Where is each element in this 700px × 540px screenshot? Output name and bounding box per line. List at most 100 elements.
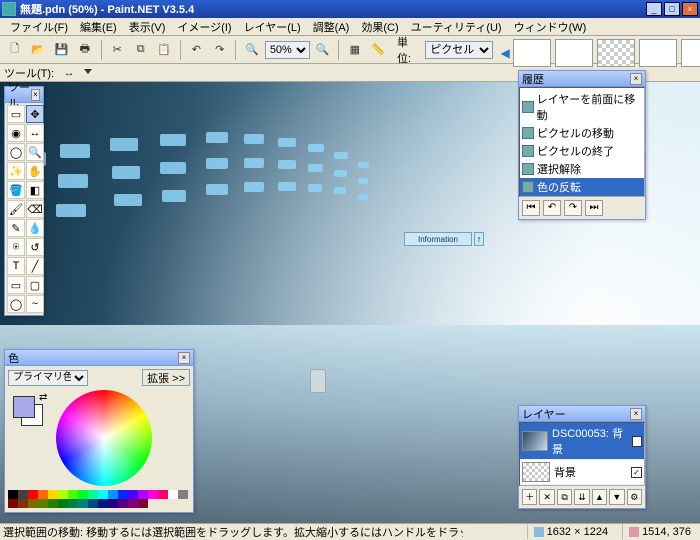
tool-fill[interactable]: 🪣 [7, 181, 25, 199]
layer-delete[interactable]: ✕ [539, 489, 554, 505]
layer-visibility-checkbox[interactable]: ✓ [631, 467, 642, 478]
tool-text[interactable]: T [7, 257, 25, 275]
history-list[interactable]: ピクセルの移動レイヤーの移動ピクセルの終了レイヤーを前面に移動ピクセルの移動ピク… [519, 87, 645, 197]
swap-colors-icon[interactable]: ⇄ [39, 392, 47, 403]
colors-panel-title[interactable]: 色 × [5, 350, 193, 366]
document-thumb[interactable] [681, 39, 700, 67]
tool-rect[interactable]: ▭ [7, 276, 25, 294]
ruler-button[interactable]: 📏 [368, 39, 389, 61]
tool-freeform[interactable]: ~ [26, 295, 44, 313]
menu-file[interactable]: ファイル(F) [4, 18, 74, 36]
palette-color[interactable] [148, 490, 158, 499]
palette-color[interactable] [38, 490, 48, 499]
palette-color[interactable] [108, 490, 118, 499]
history-undo[interactable]: ↶ [543, 200, 561, 216]
history-ffwd[interactable]: ⏭ [585, 200, 603, 216]
grid-button[interactable]: ▦ [344, 39, 365, 61]
palette-color[interactable] [128, 490, 138, 499]
palette-color[interactable] [28, 490, 38, 499]
history-item[interactable]: ピクセルの終了 [520, 142, 644, 160]
layer-visibility-checkbox[interactable]: ✓ [632, 436, 642, 447]
tool-zoom[interactable]: 🔍 [26, 143, 44, 161]
new-button[interactable]: 🗋 [4, 39, 25, 61]
history-panel-title[interactable]: 履歴 × [519, 71, 645, 87]
palette-color[interactable] [8, 499, 18, 508]
palette-color[interactable] [38, 499, 48, 508]
tool-gradient[interactable]: ◧ [26, 181, 44, 199]
tool-pan[interactable]: ✋ [26, 162, 44, 180]
colors-expand-button[interactable]: 拡張 >> [142, 369, 190, 386]
unit-select[interactable]: ピクセル [425, 41, 493, 59]
menu-adjust[interactable]: 調整(A) [307, 18, 356, 36]
menu-image[interactable]: イメージ(I) [171, 18, 237, 36]
layers-panel-title[interactable]: レイヤー × [519, 406, 645, 422]
history-item[interactable]: 色の反転 [520, 178, 644, 196]
palette-color[interactable] [178, 490, 188, 499]
redo-button[interactable]: ↷ [209, 39, 230, 61]
palette-color[interactable] [18, 490, 28, 499]
color-mode-select[interactable]: プライマリ色 [8, 370, 88, 386]
tool-move[interactable]: ↔ [26, 124, 44, 142]
history-item[interactable]: 選択解除 [520, 160, 644, 178]
palette-color[interactable] [58, 490, 68, 499]
palette-color[interactable] [118, 490, 128, 499]
color-wheel[interactable] [56, 390, 152, 486]
layer-properties[interactable]: ⚙ [627, 489, 642, 505]
palette-color[interactable] [58, 499, 68, 508]
document-thumb[interactable] [513, 39, 551, 67]
tool-eraser[interactable]: ⌫ [26, 200, 44, 218]
menu-layer[interactable]: レイヤー(L) [238, 18, 307, 36]
tool-line[interactable]: ╱ [26, 257, 44, 275]
palette-color[interactable] [118, 499, 128, 508]
layer-row[interactable]: 背景✓ [520, 460, 644, 485]
palette-color[interactable] [48, 499, 58, 508]
zoom-select[interactable]: 50% [265, 41, 310, 59]
paste-button[interactable]: 📋 [153, 39, 174, 61]
copy-button[interactable]: ⧉ [130, 39, 151, 61]
layer-duplicate[interactable]: ⧉ [557, 489, 572, 505]
history-item[interactable]: ピクセルの移動 [520, 124, 644, 142]
palette-color[interactable] [78, 499, 88, 508]
layer-moveup[interactable]: ▲ [592, 489, 607, 505]
tool-recolor[interactable]: ↺ [26, 238, 44, 256]
layer-row[interactable]: DSC00053: 背景✓ [520, 423, 644, 460]
tools-panel-title[interactable]: ツール × [5, 87, 43, 103]
palette-color[interactable] [8, 490, 18, 499]
save-button[interactable]: 💾 [51, 39, 72, 61]
palette-color[interactable] [168, 490, 178, 499]
palette-color[interactable] [28, 499, 38, 508]
palette-color[interactable] [88, 490, 98, 499]
tool-brush[interactable]: 🖌 [7, 200, 25, 218]
print-button[interactable]: 🖶 [74, 39, 95, 61]
palette-color[interactable] [108, 499, 118, 508]
tool-options-tool[interactable]: ↔ [60, 65, 78, 81]
document-thumb[interactable] [555, 39, 593, 67]
history-rewind[interactable]: ⏮ [522, 200, 540, 216]
palette-color[interactable] [138, 490, 148, 499]
tool-clone[interactable]: ⍟ [7, 238, 25, 256]
tool-lasso[interactable]: ◉ [7, 124, 25, 142]
palette-color[interactable] [68, 490, 78, 499]
tool-ellipse[interactable]: ◯ [7, 295, 25, 313]
palette-color[interactable] [158, 490, 168, 499]
layer-add[interactable]: ＋ [522, 489, 537, 505]
tool-ellipse-sel[interactable]: ◯ [7, 143, 25, 161]
history-item[interactable]: レイヤーを前面に移動 [520, 90, 644, 124]
primary-color-swatch[interactable] [13, 396, 35, 418]
cut-button[interactable]: ✂ [107, 39, 128, 61]
menu-view[interactable]: 表示(V) [123, 18, 172, 36]
tool-wand[interactable]: ✨ [7, 162, 25, 180]
thumbs-prev[interactable]: ◀ [501, 39, 509, 67]
open-button[interactable]: 📂 [27, 39, 48, 61]
tool-rrect[interactable]: ▢ [26, 276, 44, 294]
minimize-button[interactable]: _ [646, 2, 662, 16]
tool-options-dropdown[interactable] [84, 69, 92, 77]
palette-color[interactable] [88, 499, 98, 508]
tool-pencil[interactable]: ✎ [7, 219, 25, 237]
tool-move-selection[interactable]: ✥ [26, 105, 44, 123]
menu-window[interactable]: ウィンドウ(W) [508, 18, 593, 36]
tools-panel-close[interactable]: × [31, 89, 40, 101]
maximize-button[interactable]: □ [664, 2, 680, 16]
document-thumb[interactable] [639, 39, 677, 67]
document-thumb[interactable] [597, 39, 635, 67]
